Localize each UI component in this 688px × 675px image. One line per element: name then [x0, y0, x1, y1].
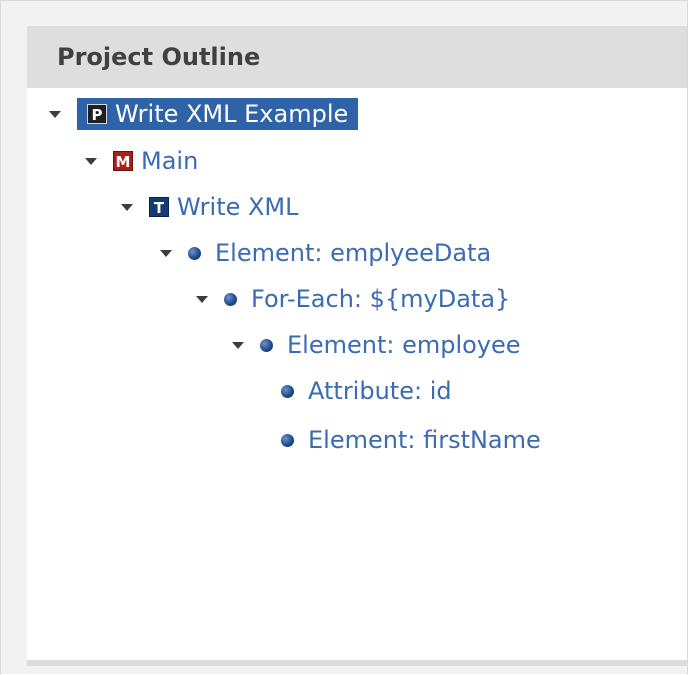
element-bullet-icon — [188, 246, 201, 260]
expand-arrow-icon[interactable] — [49, 110, 61, 118]
tree-node-element[interactable]: Element: employee — [232, 327, 521, 363]
module-icon: M — [113, 151, 133, 171]
expand-arrow-icon[interactable] — [232, 341, 244, 349]
tree-node-element[interactable]: Element: emplyeeData — [160, 235, 491, 271]
panel-header: Project Outline — [27, 26, 687, 88]
tree-node-label[interactable]: Element: emplyeeData — [215, 239, 491, 267]
project-icon: P — [87, 104, 107, 124]
tree-node-label[interactable]: Element: firstName — [308, 426, 541, 454]
tree-node-label[interactable]: Main — [141, 147, 198, 175]
tree-node-for-each[interactable]: For-Each: ${myData} — [196, 281, 510, 317]
for-each-bullet-icon — [224, 292, 237, 306]
expand-arrow-icon[interactable] — [121, 203, 133, 211]
expand-arrow-icon[interactable] — [160, 249, 172, 257]
attribute-bullet-icon — [281, 384, 294, 398]
tree-node-label[interactable]: Write XML Example — [115, 100, 348, 128]
tree-node-label[interactable]: Attribute: id — [308, 377, 452, 405]
tree-node-task[interactable]: T Write XML — [121, 189, 299, 225]
tree-node-label[interactable]: Element: employee — [287, 331, 521, 359]
project-outline-panel: Project Outline P Write XML Example M Ma… — [27, 26, 687, 666]
expand-arrow-icon[interactable] — [196, 295, 208, 303]
panel-title: Project Outline — [57, 43, 261, 71]
expand-arrow-icon[interactable] — [85, 157, 97, 165]
selected-node-highlight[interactable]: P Write XML Example — [77, 98, 359, 130]
element-bullet-icon — [260, 338, 273, 352]
tree-node-label[interactable]: Write XML — [177, 193, 299, 221]
element-bullet-icon — [281, 433, 294, 447]
tree-node-element[interactable]: Element: firstName — [281, 422, 541, 458]
tree-node-project[interactable]: P Write XML Example — [49, 96, 359, 132]
tree-node-label[interactable]: For-Each: ${myData} — [251, 285, 510, 313]
window-frame: Project Outline P Write XML Example M Ma… — [0, 0, 688, 674]
tree-node-module[interactable]: M Main — [85, 143, 198, 179]
tree-node-attribute[interactable]: Attribute: id — [281, 373, 452, 409]
task-icon: T — [149, 197, 169, 217]
